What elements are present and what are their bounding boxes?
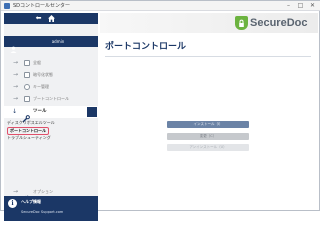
- app-window: SDコントロールセンター – □ ✕ ⬅ admin → 全般 → 暗号化状態: [0, 0, 320, 221]
- gear-icon: [23, 188, 31, 203]
- nav-item-encryption-status[interactable]: → 暗号化状態: [4, 70, 98, 80]
- user-icon: [24, 60, 30, 66]
- arrow-right-icon: →: [13, 71, 19, 78]
- nav-item-boot-control[interactable]: → ブートコントロール: [4, 94, 98, 104]
- nav-item-label: ツール: [33, 109, 47, 114]
- brand-logo: SecureDoc: [250, 17, 308, 29]
- nav-item-label: 暗号化状態: [33, 72, 53, 77]
- sidebar: ⬅ admin → 全般 → 暗号化状態 → キー管理 → ブートコントロール …: [4, 13, 98, 221]
- user-bar: admin: [4, 36, 98, 53]
- arrow-right-icon: →: [13, 59, 19, 66]
- user-icon: [10, 38, 17, 53]
- arrow-right-icon: →: [13, 95, 19, 102]
- uninstall-button[interactable]: アンインストール（U）: [167, 144, 249, 151]
- title-bar: SDコントロールセンター – □ ✕: [1, 1, 320, 11]
- help-link[interactable]: SecureDoc Support.com: [21, 209, 63, 215]
- maximize-button[interactable]: □: [296, 2, 305, 10]
- main-content: SecureDoc ポートコントロール インストール（I） 変更（C） アンイン…: [100, 13, 318, 209]
- sub-item-port-control[interactable]: ポートコントロール: [7, 127, 49, 135]
- nav-item-label: オプション: [33, 189, 53, 194]
- back-arrow-icon[interactable]: ⬅: [34, 14, 43, 23]
- window-title: SDコントロールセンター: [13, 3, 71, 9]
- selection-indicator: [87, 107, 97, 117]
- app-icon: [4, 3, 10, 9]
- minimize-button[interactable]: –: [284, 2, 293, 10]
- document-icon: [24, 72, 30, 78]
- navigation-bar: ⬅: [4, 13, 98, 24]
- nav-item-label: ブートコントロール: [33, 96, 69, 101]
- nav-item-label: キー管理: [33, 84, 49, 89]
- arrow-right-icon: →: [13, 188, 19, 195]
- install-button[interactable]: インストール（I）: [167, 121, 249, 128]
- user-name: admin: [51, 39, 65, 44]
- sub-item-disk-repair-tool[interactable]: ディスクリポスエルツール: [7, 120, 55, 126]
- arrow-right-icon: →: [13, 83, 19, 90]
- sub-item-troubleshooting[interactable]: トラブルシューティング: [7, 135, 51, 141]
- wrench-icon: [22, 108, 30, 123]
- nav-item-general[interactable]: → 全般: [4, 58, 98, 68]
- nav-item-tools[interactable]: ↓ ツール: [4, 106, 98, 123]
- help-title: ヘルプ情報: [21, 199, 41, 204]
- page-title: ポートコントロール: [105, 42, 187, 52]
- header-banner: SecureDoc: [100, 13, 318, 33]
- divider: [105, 56, 311, 57]
- key-icon: [24, 84, 30, 90]
- securedoc-logo-icon: [235, 16, 248, 30]
- nav-item-key-management[interactable]: → キー管理: [4, 82, 98, 92]
- arrow-down-icon: ↓: [12, 108, 18, 115]
- help-panel: i ヘルプ情報 SecureDoc Support.com: [4, 196, 98, 221]
- home-icon[interactable]: [47, 14, 56, 23]
- close-button[interactable]: ✕: [308, 2, 317, 10]
- disk-icon: [24, 96, 30, 102]
- info-icon: i: [8, 199, 17, 208]
- change-button[interactable]: 変更（C）: [167, 133, 249, 140]
- nav-item-label: 全般: [33, 60, 41, 65]
